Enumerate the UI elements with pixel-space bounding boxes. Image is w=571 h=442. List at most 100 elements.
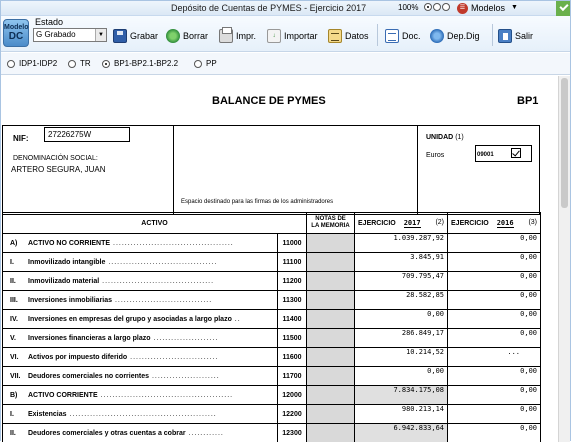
row-label: II. xyxy=(10,278,28,285)
value-2017: 0,00 xyxy=(427,310,444,318)
row-notes-cell xyxy=(307,310,355,329)
table-row: VI.Activos por impuesto diferido .......… xyxy=(3,348,541,367)
salir-label: Salir xyxy=(515,31,533,41)
tab-idp1-idp2[interactable]: IDP1-IDP2 xyxy=(7,59,57,68)
table-row: VII.Deudores comerciales no corrientes .… xyxy=(3,367,541,386)
value-2016: 0,00 xyxy=(520,234,537,242)
zoom-radio-3[interactable] xyxy=(442,3,450,11)
table-row: IV.Inversiones en empresas del grupo y a… xyxy=(3,310,541,329)
datos-button[interactable]: Datos xyxy=(328,27,369,45)
value-2017-cell[interactable]: 709.795,47 xyxy=(355,272,448,291)
value-2016-cell[interactable]: 0,00 xyxy=(448,424,541,442)
value-2017-cell[interactable]: 0,00 xyxy=(355,310,448,329)
modelos-button[interactable]: ☰ Modelos xyxy=(457,2,505,14)
value-2017: 6.942.833,64 xyxy=(393,424,444,432)
estado-value: G Grabado xyxy=(36,30,76,39)
row-text: Inversiones inmobiliarias xyxy=(28,297,112,304)
row-concept: B)ACTIVO CORRIENTE .....................… xyxy=(3,386,278,405)
value-2017-cell[interactable]: 3.845,91 xyxy=(355,253,448,272)
value-2017-cell[interactable]: 0,00 xyxy=(355,367,448,386)
year-current-note: (2) xyxy=(435,219,444,226)
value-2016-cell[interactable]: 0,00 xyxy=(448,234,541,253)
value-2017: 7.834.175,08 xyxy=(393,386,444,394)
year-current[interactable]: 2017 xyxy=(404,219,421,228)
value-2016-cell[interactable]: 0,00 xyxy=(448,405,541,424)
nif-field[interactable]: 27226275W xyxy=(44,127,130,142)
zoom-radio-1[interactable] xyxy=(424,3,432,11)
table-row: I.Existencias ..........................… xyxy=(3,405,541,424)
value-2017-cell[interactable]: 10.214,520,00 xyxy=(355,348,448,367)
scrollbar-thumb[interactable] xyxy=(561,78,568,208)
ejercicio-label: EJERCICIO xyxy=(358,220,396,227)
row-text: Existencias xyxy=(28,411,67,418)
value-2017-cell[interactable]: 980.213,14 xyxy=(355,405,448,424)
row-concept: A)ACTIVO NO CORRIENTE ..................… xyxy=(3,234,278,253)
clear-icon xyxy=(166,29,180,43)
row-code: 11000 xyxy=(278,234,307,253)
year-prev-note: (3) xyxy=(528,219,537,226)
value-2017-cell[interactable]: 286.849,17 xyxy=(355,329,448,348)
row-concept: VI.Activos por impuesto diferido .......… xyxy=(3,348,278,367)
value-2016-cell[interactable]: 0,00 xyxy=(448,367,541,386)
modelo-badge-top: Modelo xyxy=(4,24,29,31)
table-row: A)ACTIVO NO CORRIENTE ..................… xyxy=(3,234,541,253)
row-text: Deudores comerciales no corrientes xyxy=(28,373,149,380)
app-window: Depósito de Cuentas de PYMES - Ejercicio… xyxy=(0,0,571,441)
zoom-radio-2[interactable] xyxy=(433,3,441,11)
value-2017-cell[interactable]: 7.834.175,08 xyxy=(355,386,448,405)
imprimir-button[interactable]: Impr. xyxy=(219,27,256,45)
tab-radio xyxy=(7,60,15,68)
leader-dots: ........................................… xyxy=(67,411,217,418)
tab-bp1-bp2[interactable]: BP1-BP2.1-BP2.2 xyxy=(102,59,178,68)
value-2016-cell[interactable]: 0,00 xyxy=(448,310,541,329)
form-document: BALANCE DE PYMES BP1 NIF: 27226275W DENO… xyxy=(1,76,558,442)
estado-label: Estado xyxy=(35,17,63,27)
grabar-button[interactable]: Grabar xyxy=(113,27,158,45)
chevron-down-icon[interactable]: ▼ xyxy=(511,4,518,11)
leader-dots: ....................... xyxy=(149,373,220,380)
value-2017-cell[interactable]: 1.039.287,92 xyxy=(355,234,448,253)
borrar-button[interactable]: Borrar xyxy=(166,27,208,45)
tab-pp[interactable]: PP xyxy=(194,59,217,68)
leader-dots: ........................................… xyxy=(110,240,234,247)
salir-button[interactable]: Salir xyxy=(498,27,533,45)
page-title: BALANCE DE PYMES xyxy=(212,95,326,107)
check-icon[interactable] xyxy=(556,1,570,16)
title-bar: Depósito de Cuentas de PYMES - Ejercicio… xyxy=(1,1,570,16)
importar-button[interactable]: ↓ Importar xyxy=(267,27,318,45)
importar-label: Importar xyxy=(284,31,318,41)
tab-tr[interactable]: TR xyxy=(68,59,91,68)
value-2017-cell[interactable]: 6.942.833,64 xyxy=(355,424,448,442)
leader-dots: ............ xyxy=(186,430,224,437)
value-2016-cell[interactable]: 0,00 xyxy=(448,272,541,291)
value-2017: 1.039.287,92 xyxy=(393,234,444,242)
table-header-row: ACTIVO NOTAS DE LA MEMORIA EJERCICIO 201… xyxy=(3,213,541,234)
import-icon: ↓ xyxy=(267,29,281,43)
value-2016-cell[interactable]: 0,00 xyxy=(448,291,541,310)
table-row: II.Inmovilizado material ...............… xyxy=(3,272,541,291)
doc-button[interactable]: Doc. xyxy=(385,27,421,45)
printer-icon xyxy=(219,29,233,43)
value-2017-cell[interactable]: 28.582,85 xyxy=(355,291,448,310)
estado-select[interactable]: G Grabado ▼ xyxy=(33,28,107,42)
row-concept: VII.Deudores comerciales no corrientes .… xyxy=(3,367,278,386)
depdig-button[interactable]: Dep.Dig xyxy=(430,27,480,45)
nif-label: NIF: xyxy=(13,134,29,143)
row-text: Inmovilizado intangible xyxy=(28,259,105,266)
row-code: 11500 xyxy=(278,329,307,348)
modelo-badge-bottom: DC xyxy=(4,32,28,41)
grabar-label: Grabar xyxy=(130,31,158,41)
leader-dots: .. xyxy=(232,316,241,323)
toolbar-divider xyxy=(377,24,378,46)
value-2016-cell[interactable]: 0,00 xyxy=(448,253,541,272)
leader-dots: ...................... xyxy=(151,335,219,342)
value-2016-cell[interactable]: 0,00 xyxy=(448,386,541,405)
value-2016-cell[interactable]: ... xyxy=(448,348,541,367)
unidad-title: UNIDAD xyxy=(426,134,453,141)
euros-checkbox[interactable] xyxy=(511,148,521,158)
value-2016-cell[interactable]: 0,00 xyxy=(448,329,541,348)
row-text: Inmovilizado material xyxy=(28,278,99,285)
denominacion-field[interactable]: ARTERO SEGURA, JUAN xyxy=(11,165,106,174)
vertical-scrollbar[interactable] xyxy=(558,76,570,442)
year-prev[interactable]: 2016 xyxy=(497,219,514,228)
